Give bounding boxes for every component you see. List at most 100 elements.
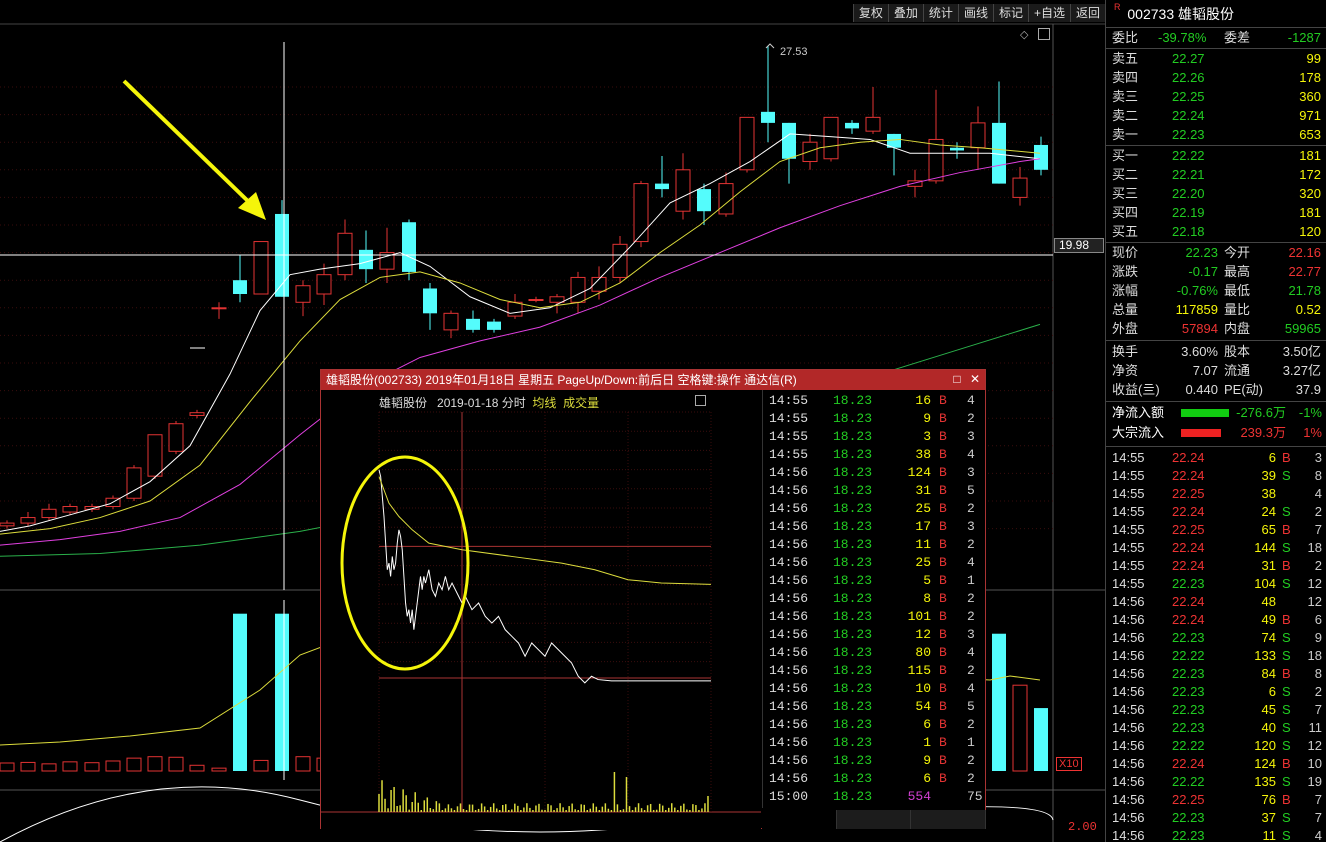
candle-body — [675, 169, 691, 212]
toolbar-button-2[interactable]: 统计 — [922, 4, 958, 22]
stat-row: 涨跌 -0.17 最高 22.77 — [1106, 262, 1326, 281]
tick-price: 18.23 — [833, 771, 873, 786]
sub-avg-label: 均线 — [532, 396, 557, 410]
close-icon[interactable]: ✕ — [969, 373, 981, 386]
trade-count: 12 — [1307, 576, 1322, 591]
trade-count: 8 — [1314, 666, 1322, 681]
trade-row: 14:56 22.23 74 S 9 — [1106, 628, 1326, 647]
trade-row: 14:56 22.22 120 S 12 — [1106, 736, 1326, 755]
window-toggle-icon[interactable] — [1038, 28, 1050, 40]
tick-row: 14:56 18.23 12 B 3 — [763, 626, 987, 644]
trade-side: B — [1282, 558, 1291, 573]
stat-label: 收益(亖) — [1112, 382, 1160, 397]
popup-title-bar[interactable]: 雄韬股份(002733) 2019年01月18日 星期五 PageUp/Down… — [321, 370, 985, 390]
bid-price: 22.22 — [1172, 148, 1205, 163]
tick-volume: 54 — [915, 699, 931, 714]
toolbar-button-4[interactable]: 标记 — [992, 4, 1028, 22]
maximize-icon[interactable]: □ — [951, 373, 963, 386]
kline-panel[interactable]: 复权 叠加 统计 画线 标记 +自选 返回 ◇ 27.53 19.98 X10 2.00 雄… — [0, 0, 1105, 842]
trade-row: 14:55 22.24 31 B 2 — [1106, 556, 1326, 575]
trade-row: 14:55 22.23 104 S 12 — [1106, 574, 1326, 593]
bid-label: 买三 — [1112, 186, 1139, 201]
toolbar-button-6[interactable]: 返回 — [1069, 4, 1105, 22]
quote-header: R 002733 雄韬股份 — [1106, 0, 1326, 28]
trade-volume: 39 — [1261, 468, 1276, 483]
flow-value: -276.6万 — [1236, 405, 1286, 420]
trade-time: 14:56 — [1112, 792, 1145, 807]
toolbar-button-5[interactable]: +自选 — [1027, 4, 1070, 22]
intraday-svg[interactable] — [321, 390, 761, 830]
stat-value: 3.60% — [1181, 344, 1218, 359]
weicha-label: 委差 — [1224, 30, 1251, 45]
trade-volume: 120 — [1254, 738, 1276, 753]
tick-price: 18.23 — [833, 753, 873, 768]
popup-tab-1[interactable] — [836, 810, 912, 829]
diamond-icon[interactable]: ◇ — [1020, 28, 1028, 41]
tick-side: B — [939, 447, 947, 462]
tick-side: B — [939, 591, 947, 606]
trade-count: 6 — [1314, 612, 1322, 627]
candle-body — [487, 321, 501, 330]
candle-body — [950, 147, 964, 151]
toolbar-button-0[interactable]: 复权 — [852, 4, 888, 22]
tick-volume: 8 — [923, 591, 931, 606]
trade-count: 11 — [1308, 720, 1323, 735]
toolbar-button-3[interactable]: 画线 — [957, 4, 993, 22]
tick-side: B — [939, 519, 947, 534]
trade-row: 14:56 22.23 11 S 4 — [1106, 826, 1326, 842]
candle-body — [845, 122, 859, 129]
tick-count: 75 — [967, 789, 983, 804]
tick-row: 14:55 18.23 16 B 4 — [763, 392, 987, 410]
trade-volume: 45 — [1261, 702, 1276, 717]
trade-price: 22.24 — [1172, 612, 1205, 627]
trade-row: 14:55 22.25 65 B 7 — [1106, 520, 1326, 539]
volume-bar — [295, 756, 311, 772]
intraday-popup[interactable]: 雄韬股份(002733) 2019年01月18日 星期五 PageUp/Down… — [320, 369, 987, 830]
stat-value: 0.440 — [1185, 382, 1218, 397]
stat-value: -0.76% — [1176, 283, 1218, 298]
stat-row: 净资 7.07 流通 3.27亿 — [1106, 361, 1326, 380]
popup-tab-0[interactable] — [762, 810, 837, 829]
intraday-chart[interactable]: 雄韬股份 2019-01-18 分时 均线 成交量 — [321, 390, 761, 830]
candle-body — [1012, 177, 1028, 198]
trade-row: 14:56 22.24 49 B 6 — [1106, 610, 1326, 629]
tick-volume: 101 — [907, 609, 931, 624]
ask-label: 卖三 — [1112, 89, 1139, 104]
candle-body — [549, 296, 565, 303]
trade-volume: 38 — [1261, 486, 1276, 501]
separator — [1106, 340, 1326, 341]
trade-price: 22.23 — [1172, 828, 1205, 842]
candle-body — [20, 517, 36, 524]
tick-side: B — [939, 465, 947, 480]
flow-bar — [1181, 429, 1221, 437]
tick-row: 14:56 18.23 1 B 1 — [763, 734, 987, 752]
trade-count: 4 — [1314, 828, 1322, 842]
tick-price: 18.23 — [833, 483, 873, 498]
candle-body — [423, 288, 437, 314]
popup-tick-list[interactable]: 14:55 18.23 16 B 4 14:55 18.23 9 B 2 14:55 18.23 3 B 3… — [762, 390, 986, 808]
ask-row: 卖五 22.27 99 — [1106, 49, 1326, 68]
trade-time: 14:56 — [1112, 612, 1145, 627]
ask-volume: 971 — [1299, 108, 1321, 123]
chart-toggle-icon[interactable] — [695, 395, 706, 406]
tick-count: 2 — [967, 663, 975, 678]
toolbar-button-1[interactable]: 叠加 — [887, 4, 923, 22]
trade-time: 14:55 — [1112, 468, 1145, 483]
stat-label: 股本 — [1224, 344, 1251, 359]
popup-tab-2[interactable] — [911, 810, 987, 829]
tick-volume: 9 — [923, 411, 931, 426]
volume-bar — [189, 764, 205, 772]
volume-bar — [275, 613, 289, 771]
volume-bar — [0, 762, 15, 772]
volume-bar — [105, 760, 121, 772]
tick-time: 14:56 — [769, 663, 809, 678]
trade-side: S — [1282, 468, 1291, 483]
tick-count: 2 — [967, 609, 975, 624]
ask-label: 卖五 — [1112, 51, 1139, 66]
candle-body — [802, 141, 818, 163]
candle-body — [443, 312, 459, 331]
volume-bar — [20, 761, 36, 772]
tick-time: 14:55 — [769, 411, 809, 426]
trade-count: 3 — [1314, 450, 1322, 465]
popup-tabs[interactable] — [762, 810, 987, 829]
